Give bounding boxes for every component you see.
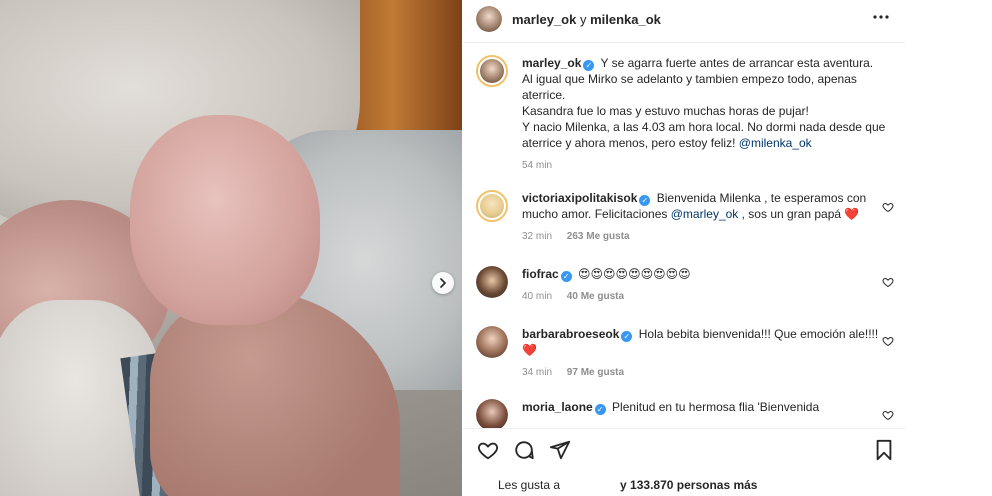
verified-icon: ✓ — [594, 404, 606, 415]
comment-username[interactable]: victoriaxipolitakisok — [522, 191, 637, 205]
comment-likes[interactable]: 97 Me gusta — [567, 367, 624, 378]
comment-row: victoriaxipolitakisok ✓ Bienvenida Milenk… — [476, 190, 896, 245]
coauthor-link[interactable]: milenka_ok — [590, 12, 661, 27]
comment-meta: 54 min — [522, 158, 896, 174]
verified-icon: ✓ — [560, 271, 572, 282]
more-horizontal-icon — [873, 15, 889, 19]
verified-icon: ✓ — [583, 60, 595, 71]
heart-icon — [477, 442, 499, 460]
comment-row: barbarabroeseok ✓ Hola bebita bienvenida!… — [476, 326, 896, 381]
caption-text-4: Y nacio Milenka, a las 4.03 am hora loca… — [522, 120, 886, 150]
comment-emoji: 😍😍😍😍😍😍😍😍😍 — [578, 267, 691, 281]
likes-summary[interactable]: Les gusta a y 133.870 personas más — [498, 478, 757, 492]
caption-text-1: Y se agarra fuerte antes de arrancar est… — [600, 56, 874, 70]
post-photo[interactable] — [0, 0, 462, 496]
comment-likes[interactable]: 40 Me gusta — [567, 291, 624, 302]
comment-meta: 34 min 97 Me gusta — [522, 365, 896, 381]
avatar[interactable] — [476, 55, 508, 87]
mention-link[interactable]: @marley_ok — [671, 207, 739, 221]
bookmark-icon — [876, 439, 892, 461]
comment-time: 32 min — [522, 231, 553, 242]
author-connector: y — [579, 11, 587, 27]
caption: marley_ok ✓ Y se agarra fuerte antes de a… — [476, 55, 896, 174]
chevron-right-icon — [440, 278, 446, 288]
author-link[interactable]: marley_ok — [512, 12, 576, 27]
avatar[interactable] — [476, 326, 508, 358]
comment-time: 54 min — [522, 160, 553, 171]
likes-count[interactable]: y 133.870 personas más — [620, 478, 757, 492]
heart-icon[interactable] — [882, 409, 894, 421]
comment-time: 34 min — [522, 367, 553, 378]
instagram-post-view: marley_ok y milenka_ok marley_ok ✓ Y se … — [0, 0, 992, 496]
comment-text: Plenitud en tu hermosa flia 'Bienvenida — [612, 400, 820, 414]
comment-username[interactable]: marley_ok — [522, 56, 581, 70]
post-side-panel: marley_ok y milenka_ok marley_ok ✓ Y se … — [462, 0, 992, 496]
comment-icon — [515, 441, 534, 460]
comment-meta: 32 min 263 Me gusta — [522, 229, 896, 245]
share-button[interactable] — [548, 438, 572, 462]
like-button[interactable] — [476, 438, 500, 462]
post-actions — [476, 438, 896, 466]
post-header: marley_ok y milenka_ok — [476, 4, 896, 34]
send-icon — [549, 440, 571, 460]
post-authors: marley_ok y milenka_ok — [512, 12, 661, 27]
comment-emoji: ❤️ — [522, 343, 537, 357]
avatar[interactable] — [476, 266, 508, 298]
header-divider — [462, 42, 905, 43]
caption-text-3: Kasandra fue lo mas y estuvo muchas hora… — [522, 104, 809, 118]
heart-icon[interactable] — [882, 276, 894, 288]
save-button[interactable] — [872, 438, 896, 462]
mention-link[interactable]: @milenka_ok — [739, 136, 812, 150]
comment-username[interactable]: barbarabroeseok — [522, 327, 619, 341]
comment-likes[interactable]: 263 Me gusta — [567, 231, 630, 242]
verified-icon: ✓ — [639, 195, 651, 206]
comments-list[interactable]: marley_ok ✓ Y se agarra fuerte antes de a… — [462, 47, 905, 428]
comment-button[interactable] — [512, 438, 536, 462]
comment-username[interactable]: moria_laone — [522, 400, 593, 414]
comment-text: Hola bebita bienvenida!!! Que emoción al… — [638, 327, 879, 341]
comment-time: 40 min — [522, 291, 553, 302]
comment-text-after: , sos un gran papá — [741, 207, 842, 221]
photo-baby-fist — [130, 115, 320, 325]
heart-icon[interactable] — [882, 201, 894, 213]
comment-username[interactable]: fiofrac — [522, 267, 559, 281]
caption-text-2: Al igual que Mirko se adelanto y tambien… — [522, 72, 857, 102]
comment-row: moria_laone ✓ Plenitud en tu hermosa flia… — [476, 399, 896, 428]
comment-row: fiofrac ✓ 😍😍😍😍😍😍😍😍😍 40 min 40 Me gusta — [476, 266, 896, 305]
avatar[interactable] — [476, 399, 508, 428]
verified-icon: ✓ — [621, 331, 633, 342]
actions-divider — [462, 428, 905, 429]
likes-prefix: Les gusta a — [498, 478, 561, 492]
comment-emoji: ❤️ — [844, 207, 860, 221]
comment-meta: 40 min 40 Me gusta — [522, 289, 896, 305]
next-photo-button[interactable] — [432, 272, 454, 294]
heart-icon[interactable] — [882, 335, 894, 347]
avatar[interactable] — [476, 190, 508, 222]
avatar[interactable] — [476, 6, 502, 32]
more-options-button[interactable] — [872, 8, 890, 26]
